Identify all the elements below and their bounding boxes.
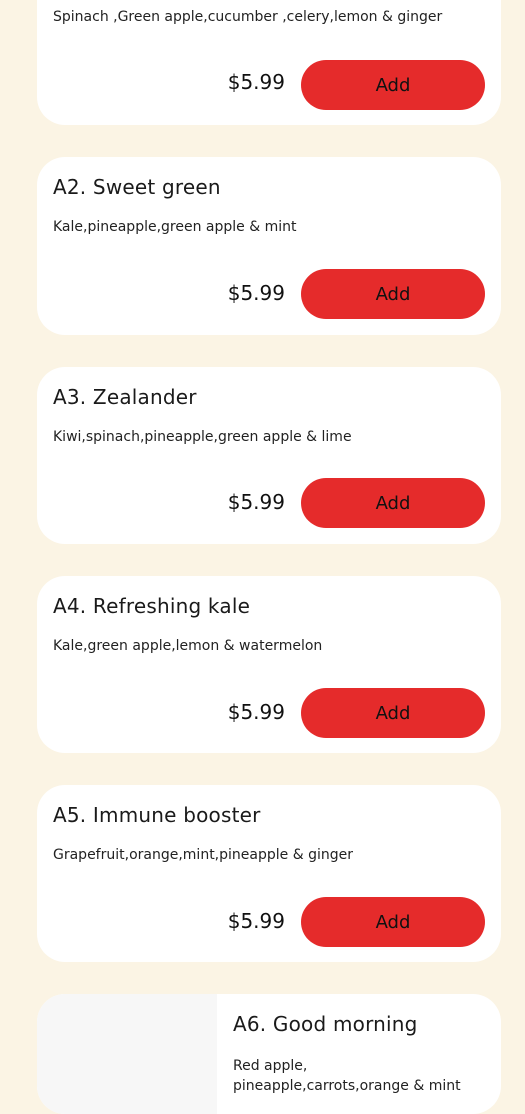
menu-item-card: A3. Zealander Kiwi,spinach,pineapple,gre… bbox=[37, 367, 501, 544]
menu-item-title: A2. Sweet green bbox=[53, 175, 221, 199]
menu-item-price: $5.99 bbox=[227, 70, 285, 94]
menu-item-description: Kale,green apple,lemon & watermelon bbox=[53, 638, 323, 654]
menu-item-price: $5.99 bbox=[227, 909, 285, 933]
menu-item-card: A4. Refreshing kale Kale,green apple,lem… bbox=[37, 576, 501, 753]
menu-item-price: $5.99 bbox=[227, 490, 285, 514]
menu-item-title: A6. Good morning bbox=[233, 1012, 418, 1036]
menu-item-card: A5. Immune booster Grapefruit,orange,min… bbox=[37, 785, 501, 962]
add-button[interactable]: Add bbox=[301, 60, 485, 110]
menu-item-title: A4. Refreshing kale bbox=[53, 594, 251, 618]
menu-item-card: A2. Sweet green Kale,pineapple,green app… bbox=[37, 157, 501, 335]
add-button[interactable]: Add bbox=[301, 897, 485, 947]
menu-item-price: $5.99 bbox=[227, 281, 285, 305]
menu-item-description: Kale,pineapple,green apple & mint bbox=[53, 219, 297, 235]
menu-item-description: Kiwi,spinach,pineapple,green apple & lim… bbox=[53, 429, 352, 445]
menu-item-description: Spinach ,Green apple,cucumber ,celery,le… bbox=[53, 9, 443, 25]
menu-item-title: A5. Immune booster bbox=[53, 803, 261, 827]
add-button[interactable]: Add bbox=[301, 269, 485, 319]
add-button[interactable]: Add bbox=[301, 688, 485, 738]
add-button[interactable]: Add bbox=[301, 478, 485, 528]
menu-item-description: Red apple, pineapple,carrots,orange & mi… bbox=[233, 1058, 461, 1094]
menu-item-description: Grapefruit,orange,mint,pineapple & ginge… bbox=[53, 847, 353, 863]
menu-item-image bbox=[37, 994, 217, 1114]
menu-item-price: $5.99 bbox=[227, 700, 285, 724]
menu-item-card: A6. Good morning Red apple, pineapple,ca… bbox=[37, 994, 501, 1114]
menu-item-card: Spinach ,Green apple,cucumber ,celery,le… bbox=[37, 0, 501, 125]
menu-item-title: A3. Zealander bbox=[53, 385, 197, 409]
